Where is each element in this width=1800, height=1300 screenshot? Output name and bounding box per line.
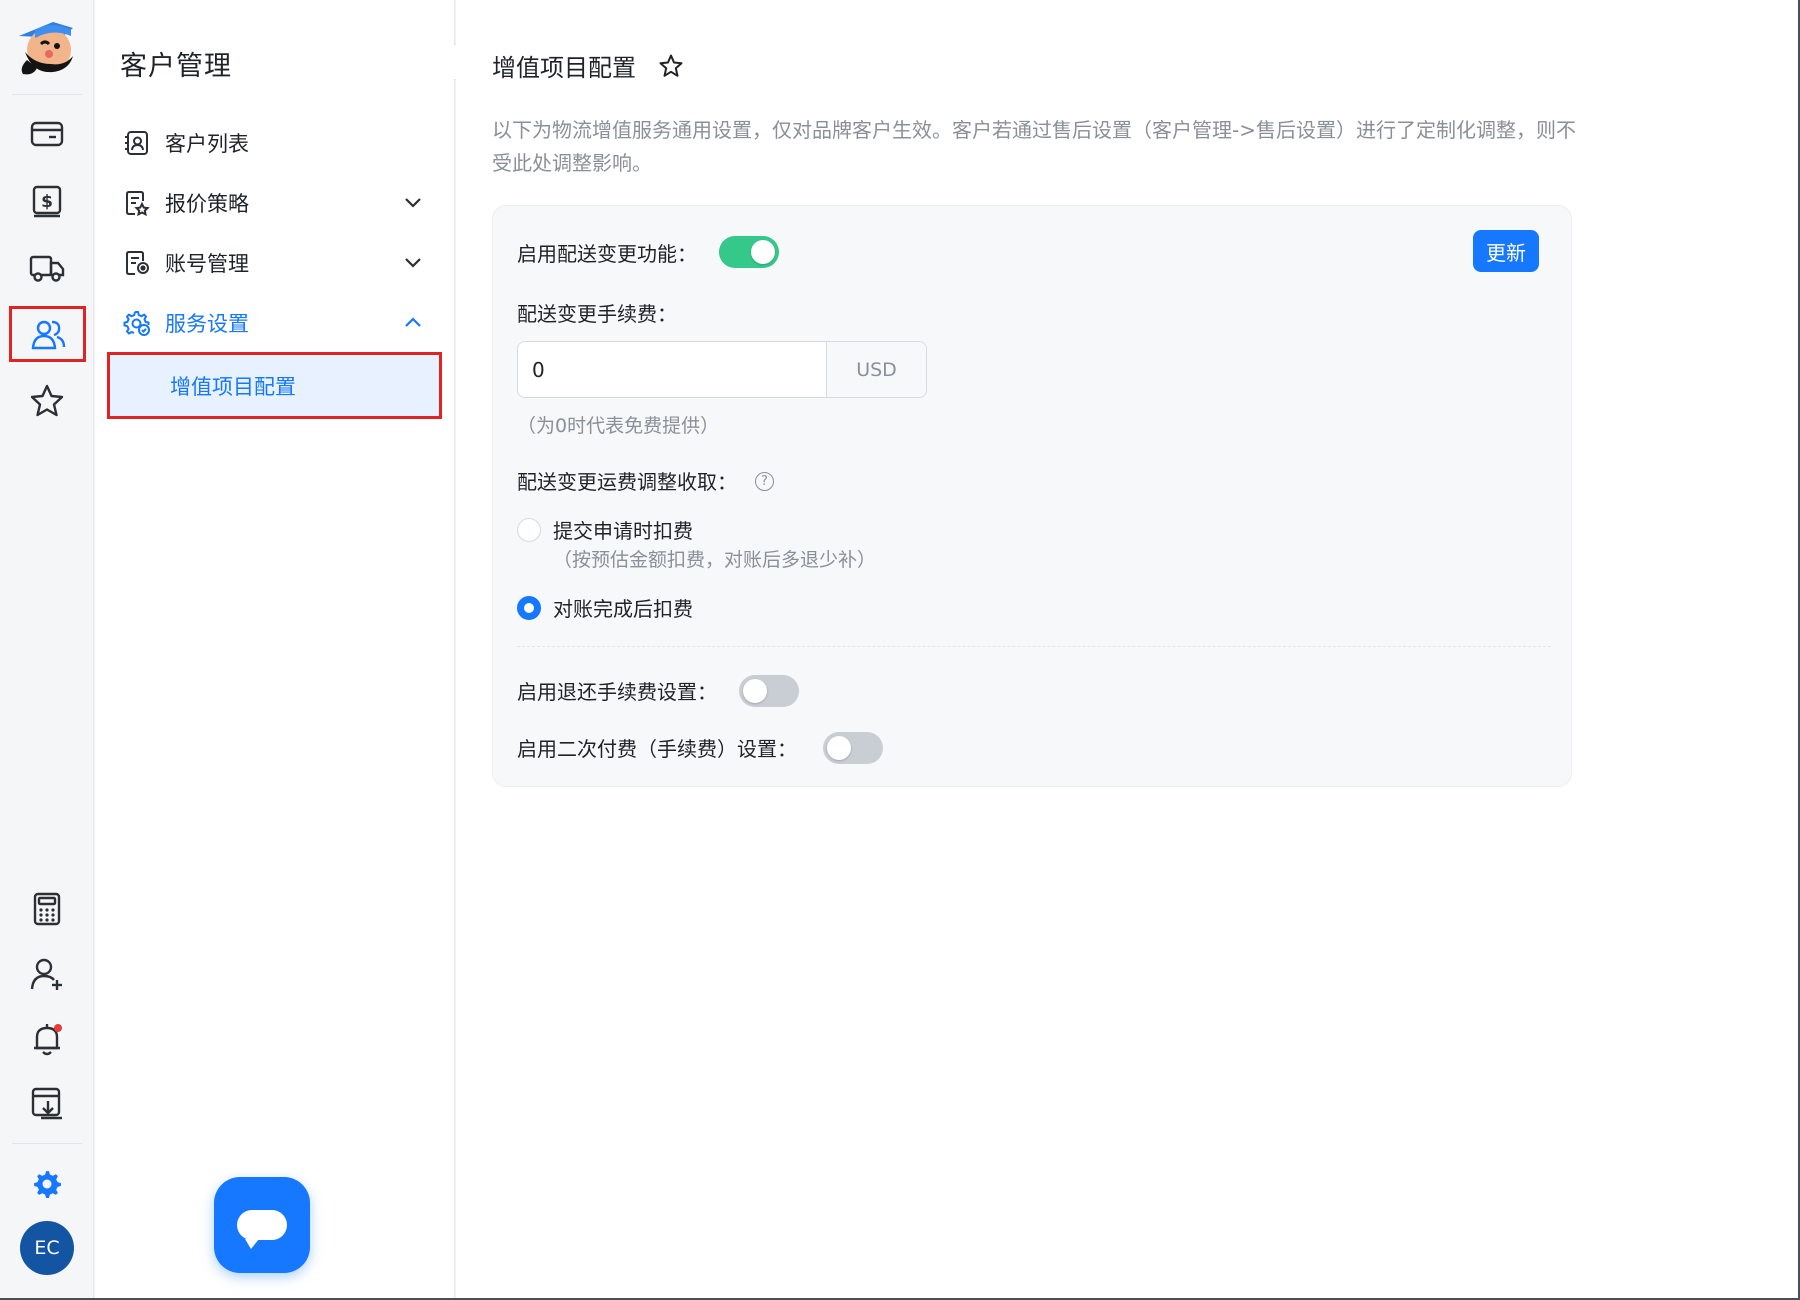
second-pay-toggle[interactable] xyxy=(823,732,883,764)
main-content: 增值项目配置 以下为物流增值服务通用设置，仅对品牌客户生效。客户若通过售后设置（… xyxy=(456,0,1800,1300)
contact-book-icon xyxy=(123,129,151,157)
settings-card: 启用配送变更功能： 更新 配送变更手续费： USD （为0时代表免费提供） 配送… xyxy=(492,205,1572,787)
freight-label: 配送变更运费调整收取： xyxy=(517,470,737,494)
rail-divider xyxy=(12,1143,82,1144)
chevron-up-icon[interactable] xyxy=(401,311,425,335)
freight-label-row: 配送变更运费调整收取：? xyxy=(517,466,774,495)
wallet-icon[interactable] xyxy=(20,106,74,160)
gear-icon[interactable] xyxy=(20,1157,74,1211)
service-gear-icon xyxy=(123,309,151,337)
option-charge-after-reconcile-radio[interactable] xyxy=(517,596,541,620)
favorite-star-icon[interactable] xyxy=(658,53,684,79)
truck-icon[interactable] xyxy=(20,240,74,294)
rail-divider xyxy=(12,94,82,95)
subnav-item-account-management[interactable]: 账号管理 xyxy=(123,241,425,285)
option-label[interactable]: 提交申请时扣费 xyxy=(553,515,693,544)
fee-unit: USD xyxy=(826,342,926,397)
account-doc-icon xyxy=(123,249,151,277)
chevron-down-icon[interactable] xyxy=(401,251,425,275)
fee-input[interactable] xyxy=(518,342,826,397)
chevron-down-icon[interactable] xyxy=(401,191,425,215)
subnav-item-label: 账号管理 xyxy=(165,252,249,276)
fee-label: 配送变更手续费： xyxy=(517,302,677,326)
star-icon[interactable] xyxy=(20,374,74,428)
fee-hint: （为0时代表免费提供） xyxy=(517,415,720,437)
page-title: 增值项目配置 xyxy=(492,54,636,82)
subnav-panel: 客户管理 客户列表 报价策略 账号管理 服务设置 增值项目配置 xyxy=(95,0,455,1300)
subnav-item-label: 客户列表 xyxy=(165,132,249,156)
icon-rail: $ EC xyxy=(0,0,94,1300)
divider xyxy=(517,646,1551,647)
second-pay-label: 启用二次付费（手续费）设置： xyxy=(517,737,797,761)
subnav-item-label: 报价策略 xyxy=(165,192,249,216)
refund-toggle[interactable] xyxy=(739,675,799,707)
quote-doc-icon xyxy=(123,189,151,217)
dollar-icon[interactable]: $ xyxy=(20,174,74,228)
add-user-icon[interactable] xyxy=(20,947,74,1001)
enable-change-label: 启用配送变更功能： xyxy=(517,242,697,266)
logo-icon[interactable] xyxy=(13,16,81,78)
chat-button[interactable] xyxy=(214,1177,310,1273)
subnav-item-customer-list[interactable]: 客户列表 xyxy=(123,121,425,165)
update-button[interactable]: 更新 xyxy=(1473,230,1539,272)
refund-label: 启用退还手续费设置： xyxy=(517,680,717,704)
subnav-item-service-settings[interactable]: 服务设置 xyxy=(123,301,425,345)
calculator-icon[interactable] xyxy=(20,882,74,936)
subnav-item-quote-strategy[interactable]: 报价策略 xyxy=(123,181,425,225)
subnav-item-value-added-config[interactable]: 增值项目配置 xyxy=(107,352,442,419)
fee-input-group: USD xyxy=(517,341,927,398)
avatar[interactable]: EC xyxy=(20,1221,74,1275)
option-sub-label: （按预估金额扣费，对账后多退少补） xyxy=(553,549,877,571)
users-icon[interactable] xyxy=(9,306,86,362)
svg-text:$: $ xyxy=(41,192,53,212)
option-label[interactable]: 对账完成后扣费 xyxy=(553,593,693,622)
enable-change-toggle[interactable] xyxy=(719,236,779,268)
page-title-row: 增值项目配置 xyxy=(492,48,684,83)
bell-icon[interactable] xyxy=(20,1012,74,1066)
chat-bubble-icon xyxy=(237,1210,287,1249)
subnav-item-label: 服务设置 xyxy=(165,312,249,336)
download-icon[interactable] xyxy=(20,1076,74,1130)
subnav-title: 客户管理 xyxy=(120,51,232,82)
page-description: 以下为物流增值服务通用设置，仅对品牌客户生效。客户若通过售后设置（客户管理->售… xyxy=(492,118,1576,175)
help-icon[interactable]: ? xyxy=(755,472,774,491)
option-charge-on-submit-radio[interactable] xyxy=(517,518,541,542)
